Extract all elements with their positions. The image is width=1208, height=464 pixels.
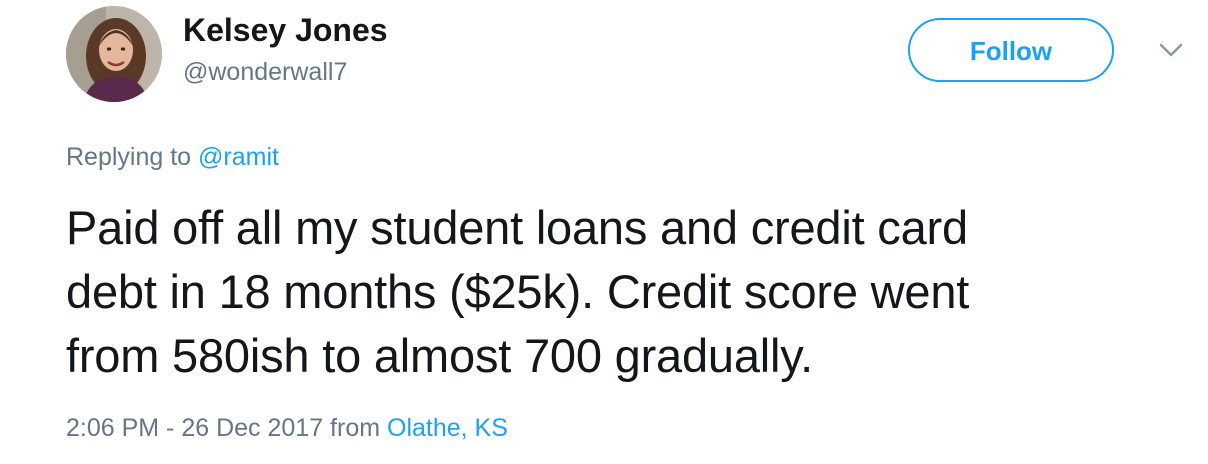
tweet-card: Kelsey Jones @wonderwall7 Follow Replyin… (0, 0, 1208, 464)
replying-to: Replying to @ramit (66, 143, 279, 172)
tweet-metadata: 2:06 PM - 26 Dec 2017 from Olathe, KS (66, 414, 508, 443)
avatar[interactable] (66, 6, 162, 102)
chevron-down-icon[interactable] (1157, 40, 1185, 60)
tweet-text-line: from 580ish to almost 700 gradually. (66, 329, 813, 382)
location-link[interactable]: Olathe, KS (387, 414, 508, 442)
reply-mention-link[interactable]: @ramit (198, 143, 279, 171)
from-label: from (330, 414, 381, 442)
replying-to-label: Replying to (66, 143, 192, 171)
author-handle[interactable]: @wonderwall7 (183, 58, 347, 87)
tweet-timestamp[interactable]: 2:06 PM - 26 Dec 2017 (66, 414, 323, 442)
tweet-text-line: Paid off all my student loans and credit… (66, 201, 968, 254)
avatar-photo (66, 6, 162, 102)
tweet-text-line: debt in 18 months ($25k). Credit score w… (66, 265, 970, 318)
follow-button[interactable]: Follow (908, 18, 1114, 82)
author-display-name[interactable]: Kelsey Jones (183, 12, 388, 49)
tweet-text: Paid off all my student loans and credit… (66, 196, 1176, 388)
